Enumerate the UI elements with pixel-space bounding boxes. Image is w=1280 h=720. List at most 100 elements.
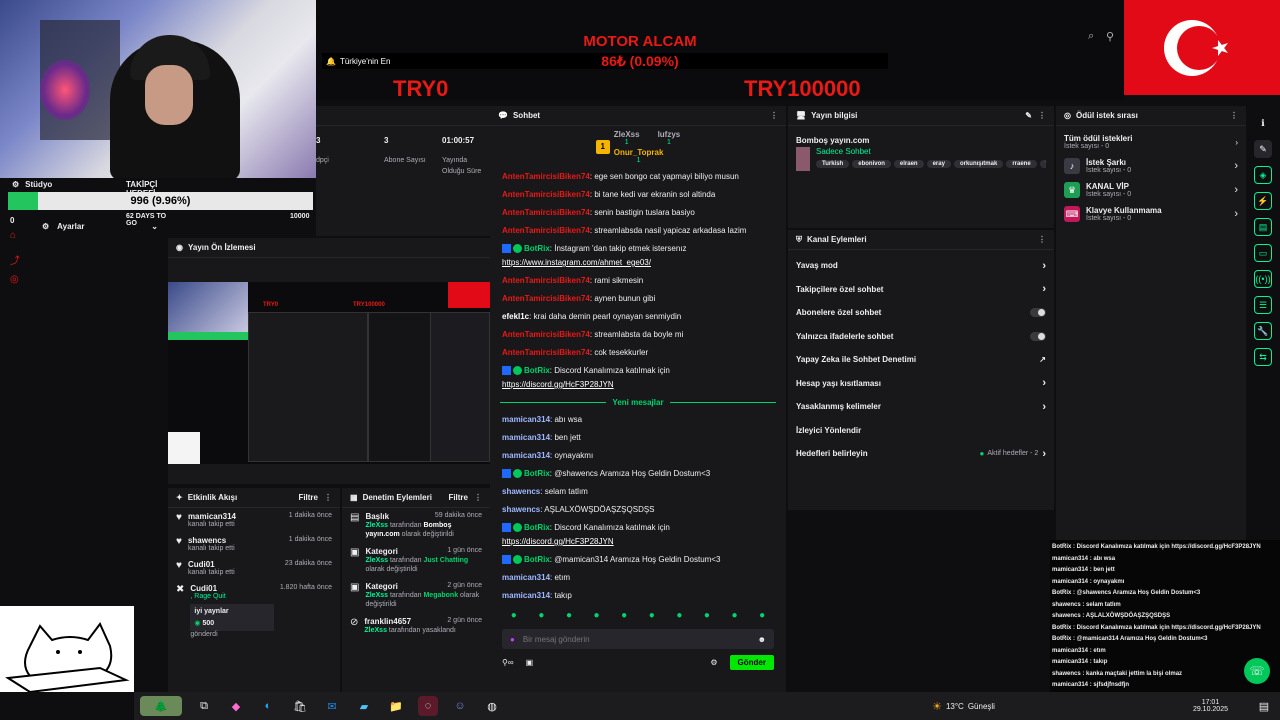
toggle-switch[interactable] <box>1030 308 1046 318</box>
emote-icon[interactable]: ● <box>649 610 655 621</box>
emote-icon[interactable]: ● <box>621 610 627 621</box>
obs-icon[interactable]: ◍ <box>482 696 502 716</box>
emote-icon[interactable]: ● <box>732 610 738 621</box>
chat-username[interactable]: BotRix <box>524 469 550 478</box>
moderation-item[interactable]: ▤ Başlık 59 dakika önce ZleXss tarafından B… <box>342 508 490 543</box>
moderation-item[interactable]: ▣ Kategori 1 gün önce ZleXss tarafından Jus… <box>342 543 490 578</box>
more-icon[interactable]: ⋮ <box>474 493 482 502</box>
chat-username[interactable]: BotRix <box>524 244 550 253</box>
chat-username[interactable]: AntenTamircisiBiken74 <box>502 348 590 357</box>
emote-icon[interactable]: ● <box>538 610 544 621</box>
outlook-icon[interactable]: ✉ <box>322 696 342 716</box>
channel-action-item[interactable]: Takipçilere özel sohbet › <box>788 278 1054 302</box>
red-app-icon[interactable]: ◌ <box>418 696 438 716</box>
stream-tag[interactable]: eray <box>926 160 951 168</box>
stream-tag[interactable]: ebonivon <box>852 160 891 168</box>
chat-username[interactable]: mamican314 <box>502 591 550 600</box>
studio-label[interactable]: Stüdyo <box>25 180 52 189</box>
chat-username[interactable]: AntenTamircisiBiken74 <box>502 294 590 303</box>
bolt-icon[interactable]: ⚡ <box>1254 192 1272 210</box>
stream-tag[interactable]: t <box>1039 160 1046 168</box>
discord-icon[interactable]: ☺ <box>450 696 470 716</box>
chat-username[interactable]: AntenTamircisiBiken74 <box>502 190 590 199</box>
channel-action-item[interactable]: Yasaklanmış kelimeler › <box>788 395 1054 419</box>
chat-username[interactable]: mamican314 <box>502 451 550 460</box>
all-rewards-item[interactable]: Tüm ödül istekleri İstek sayısı - 0 › <box>1056 126 1246 154</box>
channel-action-item[interactable]: Yalnızca ifadelerle sohbet <box>788 325 1054 349</box>
channel-action-item[interactable]: Abonelere özel sohbet <box>788 301 1054 325</box>
leaderboard-user[interactable]: Onur_Toprak 1 <box>614 148 664 164</box>
link-icon[interactable]: ⤴ <box>10 252 20 267</box>
chat-username[interactable]: AntenTamircisiBiken74 <box>502 226 590 235</box>
leaderboard-user[interactable]: lufzys 1 <box>658 130 681 146</box>
support-chat-icon[interactable]: ☏ <box>1244 658 1270 684</box>
task-view-icon[interactable]: ⧉ <box>194 696 214 716</box>
activity-filter-button[interactable]: Filtre <box>298 493 318 502</box>
emote-icon[interactable]: ● <box>594 610 600 621</box>
emote-icon[interactable]: ● <box>676 610 682 621</box>
home-icon[interactable]: ⌂ <box>10 230 16 241</box>
emote-icon[interactable]: ● <box>566 610 572 621</box>
more-icon[interactable]: ⋮ <box>324 493 332 502</box>
chat-username[interactable]: mamican314 <box>502 415 550 424</box>
more-icon[interactable]: ⋮ <box>1038 235 1046 244</box>
chat-input[interactable] <box>522 634 750 644</box>
chat-username[interactable]: BotRix <box>524 523 550 532</box>
wrench-icon[interactable]: 🔧 <box>1254 322 1272 340</box>
gift-icon[interactable]: ▣ <box>526 658 534 667</box>
settings-item[interactable]: ⚙ Ayarlar ⌄ <box>42 222 158 231</box>
emote-icon[interactable]: ● <box>511 610 517 621</box>
activity-item[interactable]: ✖ Cudi01, Rage Quit iyi yaynlar ◉ 500 gönder… <box>168 580 340 642</box>
chat-username[interactable]: mamican314 <box>502 573 550 582</box>
chat-username[interactable]: AntenTamircisiBiken74 <box>502 330 590 339</box>
zoom-icon[interactable]: ⌕ <box>1088 30 1094 43</box>
chat-username[interactable]: BotRix <box>524 366 550 375</box>
clock[interactable]: 17:01 29.10.2025 <box>1193 699 1228 713</box>
more-icon[interactable]: ⋮ <box>770 111 778 120</box>
pin-icon[interactable]: ⚲ <box>1106 30 1114 43</box>
info-icon[interactable]: ℹ <box>1254 114 1272 132</box>
mic-icon[interactable]: ● <box>510 635 515 644</box>
channel-action-item[interactable]: Hedefleri belirleyin ● Aktif hedefler - 2 › <box>788 442 1054 466</box>
leaderboard-user[interactable]: ZleXss 1 <box>614 130 640 146</box>
reward-item[interactable]: ♪ İstek Şarkı İstek sayısı - 0 › <box>1056 154 1246 178</box>
stream-preview-image[interactable]: TRY0 TRY100000 <box>168 282 490 464</box>
activity-item[interactable]: ♥ shawencs kanalı takip etti 1 dakika önce <box>168 532 340 556</box>
chat-username[interactable]: AntenTamircisiBiken74 <box>502 172 590 181</box>
chat-link[interactable]: https://discord.gg/HcF3P28JYN <box>502 380 614 389</box>
share-icon[interactable]: ⇆ <box>1254 348 1272 366</box>
notification-icon[interactable]: ▤ <box>1254 696 1274 716</box>
moderation-filter-button[interactable]: Filtre <box>448 493 468 502</box>
reward-item[interactable]: ♛ KANAL VİP İstek sayısı - 0 › <box>1056 178 1246 202</box>
mod-tools-icon[interactable]: ⚲∞ <box>502 658 514 667</box>
emote-icon[interactable]: ● <box>704 610 710 621</box>
edit-icon[interactable]: ✎ <box>1025 111 1032 120</box>
edge-icon[interactable]: ◐ <box>258 696 278 716</box>
stream-tag[interactable]: orkunışıtmak <box>953 160 1004 168</box>
chat-username[interactable]: mamican314 <box>502 433 550 442</box>
chat-settings-icon[interactable]: ⚙ <box>710 658 717 667</box>
emote-icon[interactable]: ● <box>759 610 765 621</box>
channel-action-item[interactable]: İzleyici Yönlendir <box>788 419 1054 443</box>
more-icon[interactable]: ⋮ <box>1230 111 1238 120</box>
broadcast-icon[interactable]: ((•)) <box>1254 270 1272 288</box>
cog-icon[interactable]: ◎ <box>10 274 19 285</box>
channel-action-item[interactable]: Hesap yaşı kısıtlaması › <box>788 372 1054 396</box>
emoji-icon[interactable]: ☻ <box>758 635 766 644</box>
store-icon[interactable]: 🛍 <box>290 696 310 716</box>
chat-link[interactable]: https://www.instagram.com/ahmet_ege03/ <box>502 258 651 267</box>
folder-icon[interactable]: 📁 <box>386 696 406 716</box>
stream-tag[interactable]: elraen <box>893 160 924 168</box>
stream-tag[interactable]: rraene <box>1006 160 1037 168</box>
more-icon[interactable]: ⋮ <box>1038 111 1046 120</box>
channel-action-item[interactable]: Yapay Zeka ile Sohbet Denetimi ↗ <box>788 348 1054 372</box>
activity-item[interactable]: ♥ Cudi01 kanalı takip etti 23 dakika önce <box>168 556 340 580</box>
toggle-switch[interactable] <box>1030 331 1046 341</box>
chat-link[interactable]: https://discord.gg/HcF3P28JYN <box>502 537 614 546</box>
chat-username[interactable]: efekl1c <box>502 312 529 321</box>
chat-username[interactable]: shawencs <box>502 487 540 496</box>
remote-icon[interactable]: ▰ <box>354 696 374 716</box>
target-icon[interactable]: ◈ <box>1254 166 1272 184</box>
book-icon[interactable]: ▤ <box>1254 218 1272 236</box>
moderation-item[interactable]: ▣ Kategori 2 gün önce ZleXss tarafından Meg… <box>342 578 490 613</box>
